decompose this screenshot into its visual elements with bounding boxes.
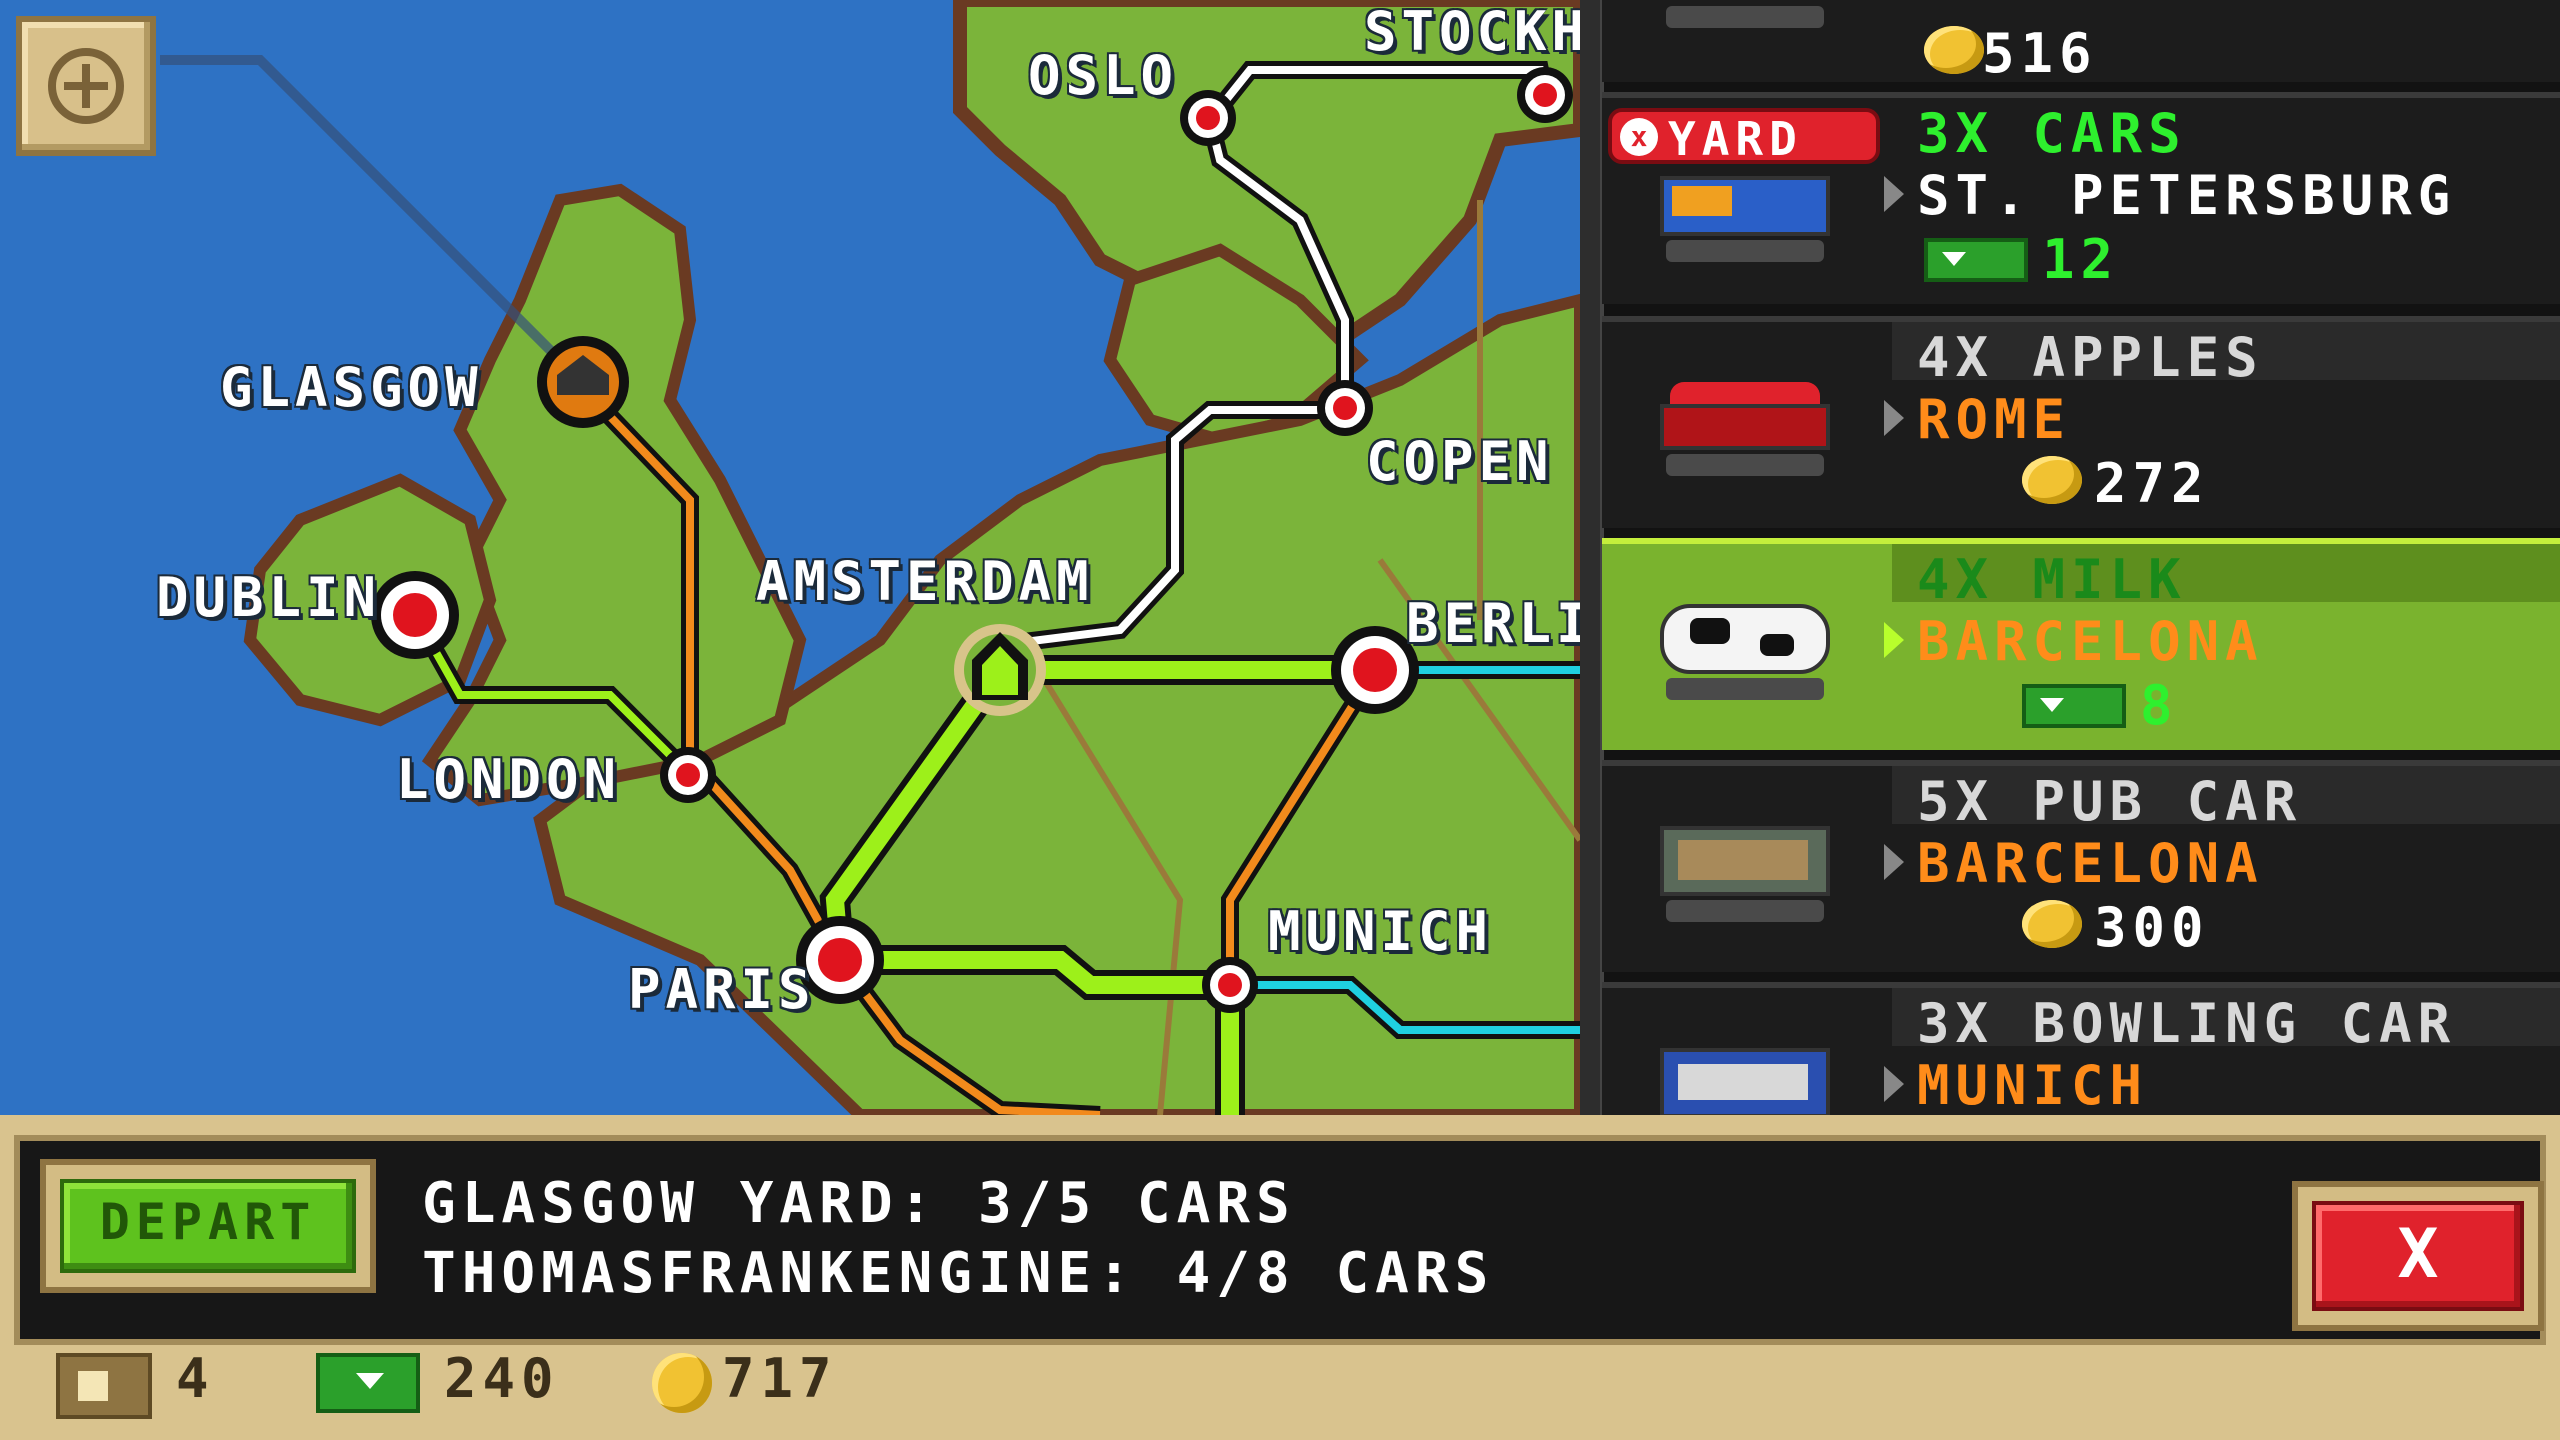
order-title: 3X BOWLING CAR <box>1917 992 2457 1055</box>
order-reward: 272 <box>2094 452 2210 515</box>
order-reward: 8 <box>2140 674 2179 737</box>
plus-icon <box>48 48 124 124</box>
city-label-amsterdam: AMSTERDAM <box>756 550 1094 613</box>
close-button[interactable]: X <box>2292 1181 2544 1331</box>
order-reward: 300 <box>2094 896 2210 959</box>
tickets-count: 4 <box>176 1347 215 1410</box>
order-destination: ROME <box>1917 388 2072 451</box>
cash-count: 240 <box>444 1347 560 1410</box>
yard-status: GLASGOW YARD: 3/5 CARS <box>422 1171 1296 1236</box>
milk-wagon-icon <box>1660 604 1830 704</box>
station-oslo[interactable] <box>1180 90 1236 146</box>
apples-wagon-icon <box>1660 382 1830 482</box>
city-label-glasgow: GLASGOW <box>220 356 483 419</box>
order-destination: MUNICH <box>1917 1054 2149 1115</box>
order-title: 4X APPLES <box>1917 326 2264 389</box>
status-panel: DEPART GLASGOW YARD: 3/5 CARS THOMASFRAN… <box>14 1135 2546 1345</box>
bowling-car-wagon-icon <box>1660 1048 1830 1115</box>
city-label-stockholm: STOCKH <box>1364 0 1580 63</box>
cash-icon <box>1924 238 2028 282</box>
ticket-icon <box>56 1353 152 1419</box>
arrow-icon <box>1884 622 1904 658</box>
arrow-icon <box>1884 400 1904 436</box>
sidebar-divider <box>1580 0 1604 1115</box>
city-label-london: LONDON <box>396 748 622 811</box>
station-copenhagen[interactable] <box>1317 380 1373 436</box>
coin-icon <box>2022 900 2082 948</box>
coin-icon <box>1924 26 1984 74</box>
zoom-in-button[interactable] <box>16 16 156 156</box>
city-label-berlin: BERLI <box>1406 592 1580 655</box>
arrow-icon <box>1884 1066 1904 1102</box>
order-title: 5X PUB CAR <box>1917 770 2303 833</box>
pub-car-wagon-icon <box>1660 826 1830 926</box>
city-label-dublin: DUBLIN <box>156 566 382 629</box>
close-icon: X <box>2312 1201 2524 1311</box>
city-label-paris: PARIS <box>628 958 816 1021</box>
station-munich[interactable] <box>1202 957 1258 1013</box>
coin-icon <box>2022 456 2082 504</box>
order-item[interactable]: x YARD 3X CARS ST. PETERSBURG 12 <box>1602 92 2560 304</box>
yard-badge: x YARD <box>1608 108 1880 166</box>
yard-amsterdam[interactable] <box>954 624 1046 716</box>
engine-status: THOMASFRANKENGINE: 4/8 CARS <box>422 1241 1495 1306</box>
order-item[interactable]: 3X BOWLING CAR MUNICH <box>1602 982 2560 1115</box>
coin-icon <box>652 1353 712 1413</box>
orders-sidebar[interactable]: 516 x YARD 3X CARS ST. PETERSBURG 12 4X … <box>1580 0 2560 1115</box>
close-icon: x <box>1620 118 1658 156</box>
order-title: 4X MILK <box>1917 548 2187 611</box>
city-label-oslo: OSLO <box>1028 44 1179 107</box>
station-london[interactable] <box>660 747 716 803</box>
order-reward: 12 <box>2042 228 2120 291</box>
station-dublin[interactable] <box>371 571 459 659</box>
station-stockholm[interactable] <box>1517 67 1573 123</box>
order-title: 3X CARS <box>1917 102 2187 165</box>
depart-button[interactable]: DEPART <box>40 1159 376 1293</box>
order-item[interactable]: 4X APPLES ROME 272 <box>1602 316 2560 528</box>
arrow-icon <box>1884 176 1904 212</box>
order-item[interactable]: 5X PUB CAR BARCELONA 300 <box>1602 760 2560 972</box>
bottom-bar: DEPART GLASGOW YARD: 3/5 CARS THOMASFRAN… <box>0 1115 2560 1440</box>
city-label-copenhagen: COPEN <box>1366 430 1554 493</box>
arrow-icon <box>1884 844 1904 880</box>
world-map[interactable]: OSLO STOCKH GLASGOW COPEN DUBLIN AMSTERD… <box>0 0 1580 1115</box>
cash-icon <box>2022 684 2126 728</box>
city-label-munich: MUNICH <box>1268 900 1494 963</box>
order-item-selected[interactable]: 4X MILK BARCELONA 8 <box>1602 538 2560 750</box>
order-item[interactable]: 516 <box>1602 0 2560 85</box>
cars-wagon-icon <box>1660 176 1830 276</box>
depart-button-label: DEPART <box>60 1179 356 1273</box>
yard-badge-label: YARD <box>1668 112 1803 166</box>
yard-glasgow[interactable] <box>537 336 629 428</box>
order-reward: 516 <box>1982 22 2098 85</box>
wagon-icon <box>1660 0 1830 96</box>
coins-count: 717 <box>722 1347 838 1410</box>
order-destination: ST. PETERSBURG <box>1917 164 2457 227</box>
order-destination: BARCELONA <box>1917 832 2264 895</box>
order-destination: BARCELONA <box>1917 610 2264 673</box>
cash-icon <box>316 1353 420 1413</box>
